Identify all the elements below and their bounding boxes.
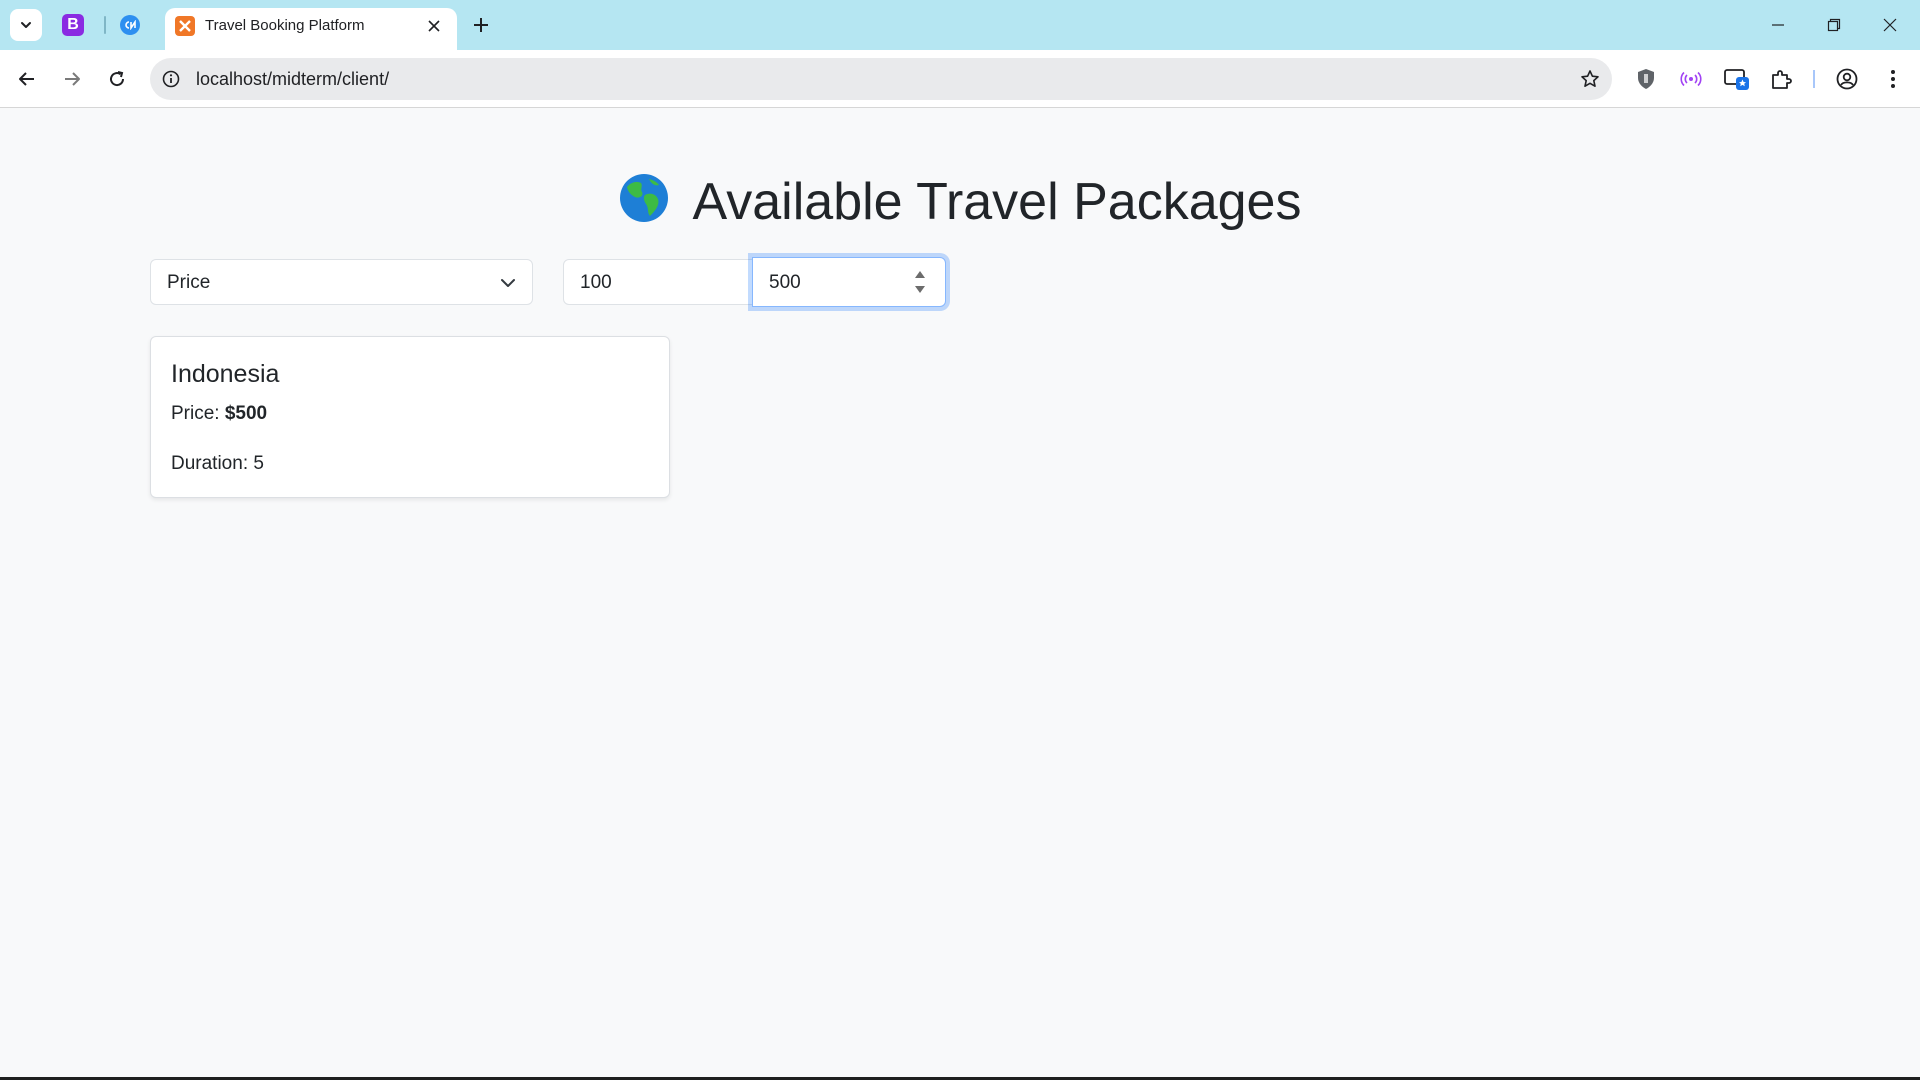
tab-title: Travel Booking Platform bbox=[205, 17, 365, 34]
package-name: Indonesia bbox=[171, 360, 280, 388]
chevron-down-icon bbox=[501, 279, 515, 287]
active-tab[interactable]: Travel Booking Platform bbox=[165, 8, 457, 50]
tab-separator bbox=[104, 16, 106, 34]
page-title-text: Available Travel Packages bbox=[692, 173, 1302, 231]
restore-icon bbox=[1827, 18, 1841, 32]
close-tab-icon[interactable] bbox=[423, 15, 445, 37]
address-bar[interactable]: localhost/midterm/client/ bbox=[150, 58, 1612, 100]
browser-tab-bar: B Travel Booking Platform bbox=[0, 0, 1920, 50]
price-value: $500 bbox=[224, 403, 268, 424]
toolbar-separator bbox=[1813, 70, 1815, 88]
min-price-input[interactable]: 100 bbox=[563, 259, 753, 305]
chevron-down-icon bbox=[21, 22, 31, 28]
reload-icon bbox=[110, 71, 125, 87]
package-price: Price: $500 bbox=[171, 402, 267, 426]
page-content: Available Travel Packages Price 100 500 … bbox=[0, 109, 1920, 1080]
pinned-tab-app[interactable] bbox=[120, 15, 140, 35]
arrow-left-icon bbox=[19, 72, 34, 86]
max-price-input[interactable]: 500 bbox=[752, 257, 946, 307]
back-button[interactable] bbox=[10, 62, 44, 96]
broadcast-extension-icon[interactable] bbox=[1678, 66, 1704, 92]
max-price-value: 500 bbox=[769, 272, 801, 293]
restore-window-button[interactable] bbox=[1814, 10, 1854, 40]
xampp-favicon-icon bbox=[175, 16, 195, 36]
pinned-tab-bootstrap[interactable]: B bbox=[62, 14, 84, 36]
globe-icon bbox=[619, 174, 668, 222]
min-price-value: 100 bbox=[580, 272, 612, 293]
bookmark-star-icon[interactable] bbox=[1578, 67, 1602, 91]
pinned-tab-letter: B bbox=[67, 16, 79, 33]
plus-icon bbox=[474, 18, 488, 32]
new-tab-button[interactable] bbox=[468, 12, 494, 38]
duration-value: 5 bbox=[253, 453, 264, 474]
arrow-right-icon bbox=[65, 72, 80, 86]
cast-extension-icon[interactable] bbox=[1724, 66, 1750, 92]
reload-button[interactable] bbox=[100, 62, 134, 96]
sort-select-value: Price bbox=[167, 272, 211, 293]
extensions-puzzle-icon[interactable] bbox=[1768, 66, 1794, 92]
duration-label: Duration: bbox=[171, 453, 249, 474]
profile-avatar-icon[interactable] bbox=[1834, 66, 1860, 92]
close-window-button[interactable] bbox=[1870, 10, 1910, 40]
minimize-window-button[interactable] bbox=[1758, 10, 1798, 40]
site-info-icon[interactable] bbox=[160, 68, 182, 90]
close-icon bbox=[1883, 18, 1897, 32]
package-card[interactable]: Indonesia Price: $500 Duration: 5 bbox=[150, 336, 670, 498]
url-text: localhost/midterm/client/ bbox=[196, 69, 390, 89]
more-menu-icon[interactable] bbox=[1880, 66, 1906, 92]
sort-select[interactable]: Price bbox=[150, 259, 533, 305]
package-duration: Duration: 5 bbox=[171, 452, 264, 476]
browser-toolbar: localhost/midterm/client/ bbox=[0, 50, 1920, 108]
app-logo-icon bbox=[125, 20, 136, 30]
tab-search-button[interactable] bbox=[10, 9, 42, 41]
price-label: Price: bbox=[171, 403, 220, 424]
number-spinner-icon[interactable] bbox=[913, 268, 927, 296]
shield-extension-icon[interactable] bbox=[1633, 66, 1659, 92]
forward-button[interactable] bbox=[55, 62, 89, 96]
page-title: Available Travel Packages bbox=[0, 171, 1920, 233]
minimize-icon bbox=[1772, 24, 1784, 26]
